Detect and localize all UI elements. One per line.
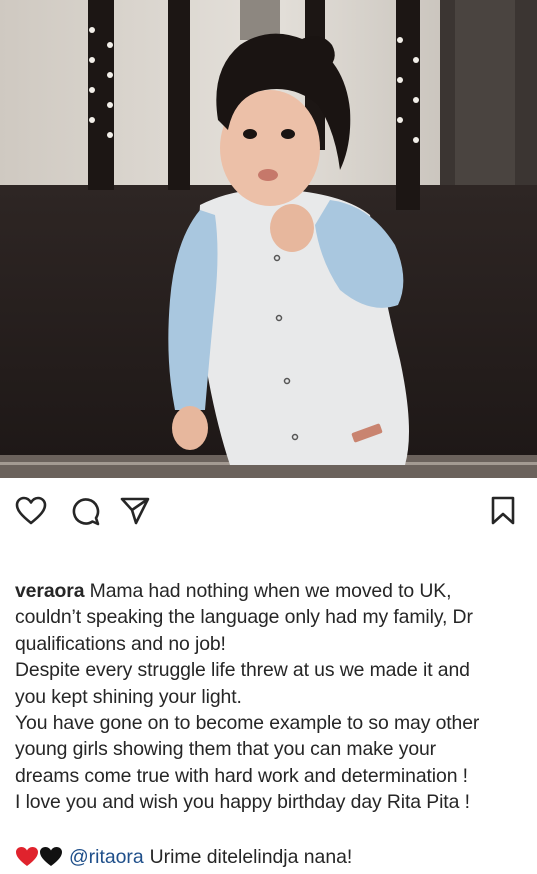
caption-line: qualifications and no job! [15, 632, 226, 655]
heart-outline-icon [15, 496, 47, 526]
post-caption: veraora Mama had nothing when we moved t… [15, 578, 525, 816]
bookmark-icon [490, 496, 516, 526]
caption-line: Despite every struggle life threw at us … [15, 659, 470, 682]
caption-username[interactable]: veraora [15, 580, 84, 602]
comment-button[interactable] [68, 494, 102, 528]
caption-line: young girls showing them that you can ma… [15, 738, 437, 761]
post-photo[interactable] [0, 0, 537, 478]
caption-line: veraora Mama had nothing when we moved t… [15, 578, 525, 604]
toddler-photo [0, 0, 537, 478]
comment-text: Urime ditelelindja nana! [149, 846, 353, 868]
red-heart-icon [16, 847, 38, 866]
post-action-bar [0, 478, 537, 546]
like-button[interactable] [14, 494, 48, 528]
caption-line: I love you and wish you happy birthday d… [15, 791, 470, 814]
caption-comment-line: @ritaora Urime ditelelindja nana! [15, 844, 352, 870]
mention-link[interactable]: @ritaora [69, 844, 144, 870]
caption-text: Mama had nothing when we moved to UK, [84, 580, 452, 602]
caption-line: you kept shining your light. [15, 685, 242, 708]
heart-emoji-pair [15, 846, 63, 868]
black-heart-icon [40, 847, 62, 866]
save-button[interactable] [486, 494, 520, 528]
comment-bubble-icon [70, 496, 100, 526]
paper-plane-icon [119, 496, 151, 526]
caption-line: dreams come true with hard work and dete… [15, 764, 468, 787]
share-button[interactable] [118, 494, 152, 528]
caption-line: couldn’t speaking the language only had … [15, 606, 473, 629]
caption-line: You have gone on to become example to so… [15, 712, 480, 735]
